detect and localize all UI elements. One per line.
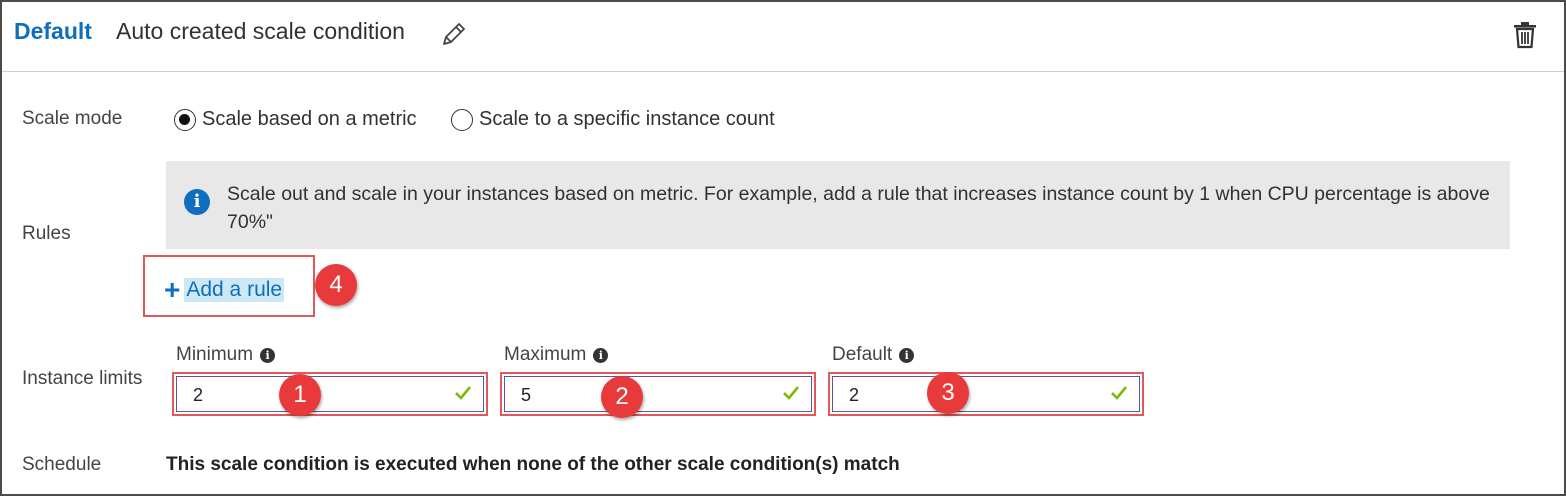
schedule-label: Schedule bbox=[22, 454, 102, 475]
radio-selected-icon bbox=[174, 108, 196, 131]
field-label-text: Maximum bbox=[504, 344, 587, 365]
checkmark-icon bbox=[455, 386, 472, 400]
minimum-input[interactable]: 2 bbox=[172, 372, 488, 416]
scale-mode-label: Scale mode bbox=[22, 108, 123, 129]
add-rule-link[interactable]: + Add a rule bbox=[164, 274, 285, 305]
info-icon[interactable]: i bbox=[899, 347, 915, 363]
add-rule-label: Add a rule bbox=[184, 278, 285, 302]
minimum-label: Minimum i bbox=[176, 344, 276, 366]
instance-limits-label: Instance limits bbox=[22, 368, 143, 389]
checkmark-icon bbox=[1111, 386, 1128, 400]
profile-name: Default bbox=[14, 18, 92, 44]
schedule-description: This scale condition is executed when no… bbox=[166, 454, 900, 475]
radio-scale-instance-count[interactable]: Scale to a specific instance count bbox=[451, 108, 775, 131]
condition-title: Auto created scale condition bbox=[116, 18, 405, 44]
scale-condition-panel: Default Auto created scale condition Sca… bbox=[0, 0, 1566, 496]
input-field[interactable]: 5 bbox=[504, 376, 812, 412]
input-value: 2 bbox=[193, 385, 204, 405]
condition-header: Default Auto created scale condition bbox=[2, 2, 1564, 72]
checkmark-icon bbox=[783, 386, 800, 400]
input-value: 5 bbox=[521, 385, 532, 405]
info-icon: i bbox=[184, 189, 210, 215]
radio-scale-metric[interactable]: Scale based on a metric bbox=[174, 108, 417, 131]
pencil-icon[interactable] bbox=[438, 20, 468, 50]
rules-label: Rules bbox=[22, 223, 71, 244]
input-field[interactable]: 2 bbox=[832, 376, 1140, 412]
plus-icon: + bbox=[164, 274, 181, 305]
rules-info-banner: i Scale out and scale in your instances … bbox=[166, 161, 1510, 249]
input-field[interactable]: 2 bbox=[176, 376, 484, 412]
callout-badge-4: 4 bbox=[315, 264, 357, 306]
radio-label: Scale based on a metric bbox=[202, 108, 417, 130]
default-input[interactable]: 2 bbox=[828, 372, 1144, 416]
callout-badge-3: 3 bbox=[927, 372, 969, 414]
rules-info-text: Scale out and scale in your instances ba… bbox=[227, 183, 1490, 233]
callout-badge-1: 1 bbox=[279, 374, 321, 416]
maximum-input[interactable]: 5 bbox=[500, 372, 816, 416]
radio-label: Scale to a specific instance count bbox=[479, 108, 775, 130]
input-value: 2 bbox=[849, 385, 860, 405]
callout-badge-2: 2 bbox=[601, 376, 643, 418]
field-label-text: Default bbox=[832, 344, 893, 365]
info-icon[interactable]: i bbox=[260, 347, 276, 363]
radio-unselected-icon bbox=[451, 108, 473, 131]
info-icon[interactable]: i bbox=[593, 347, 609, 363]
field-label-text: Minimum bbox=[176, 344, 254, 365]
trash-icon[interactable] bbox=[1512, 20, 1538, 50]
default-label: Default i bbox=[832, 344, 915, 366]
maximum-label: Maximum i bbox=[504, 344, 609, 366]
